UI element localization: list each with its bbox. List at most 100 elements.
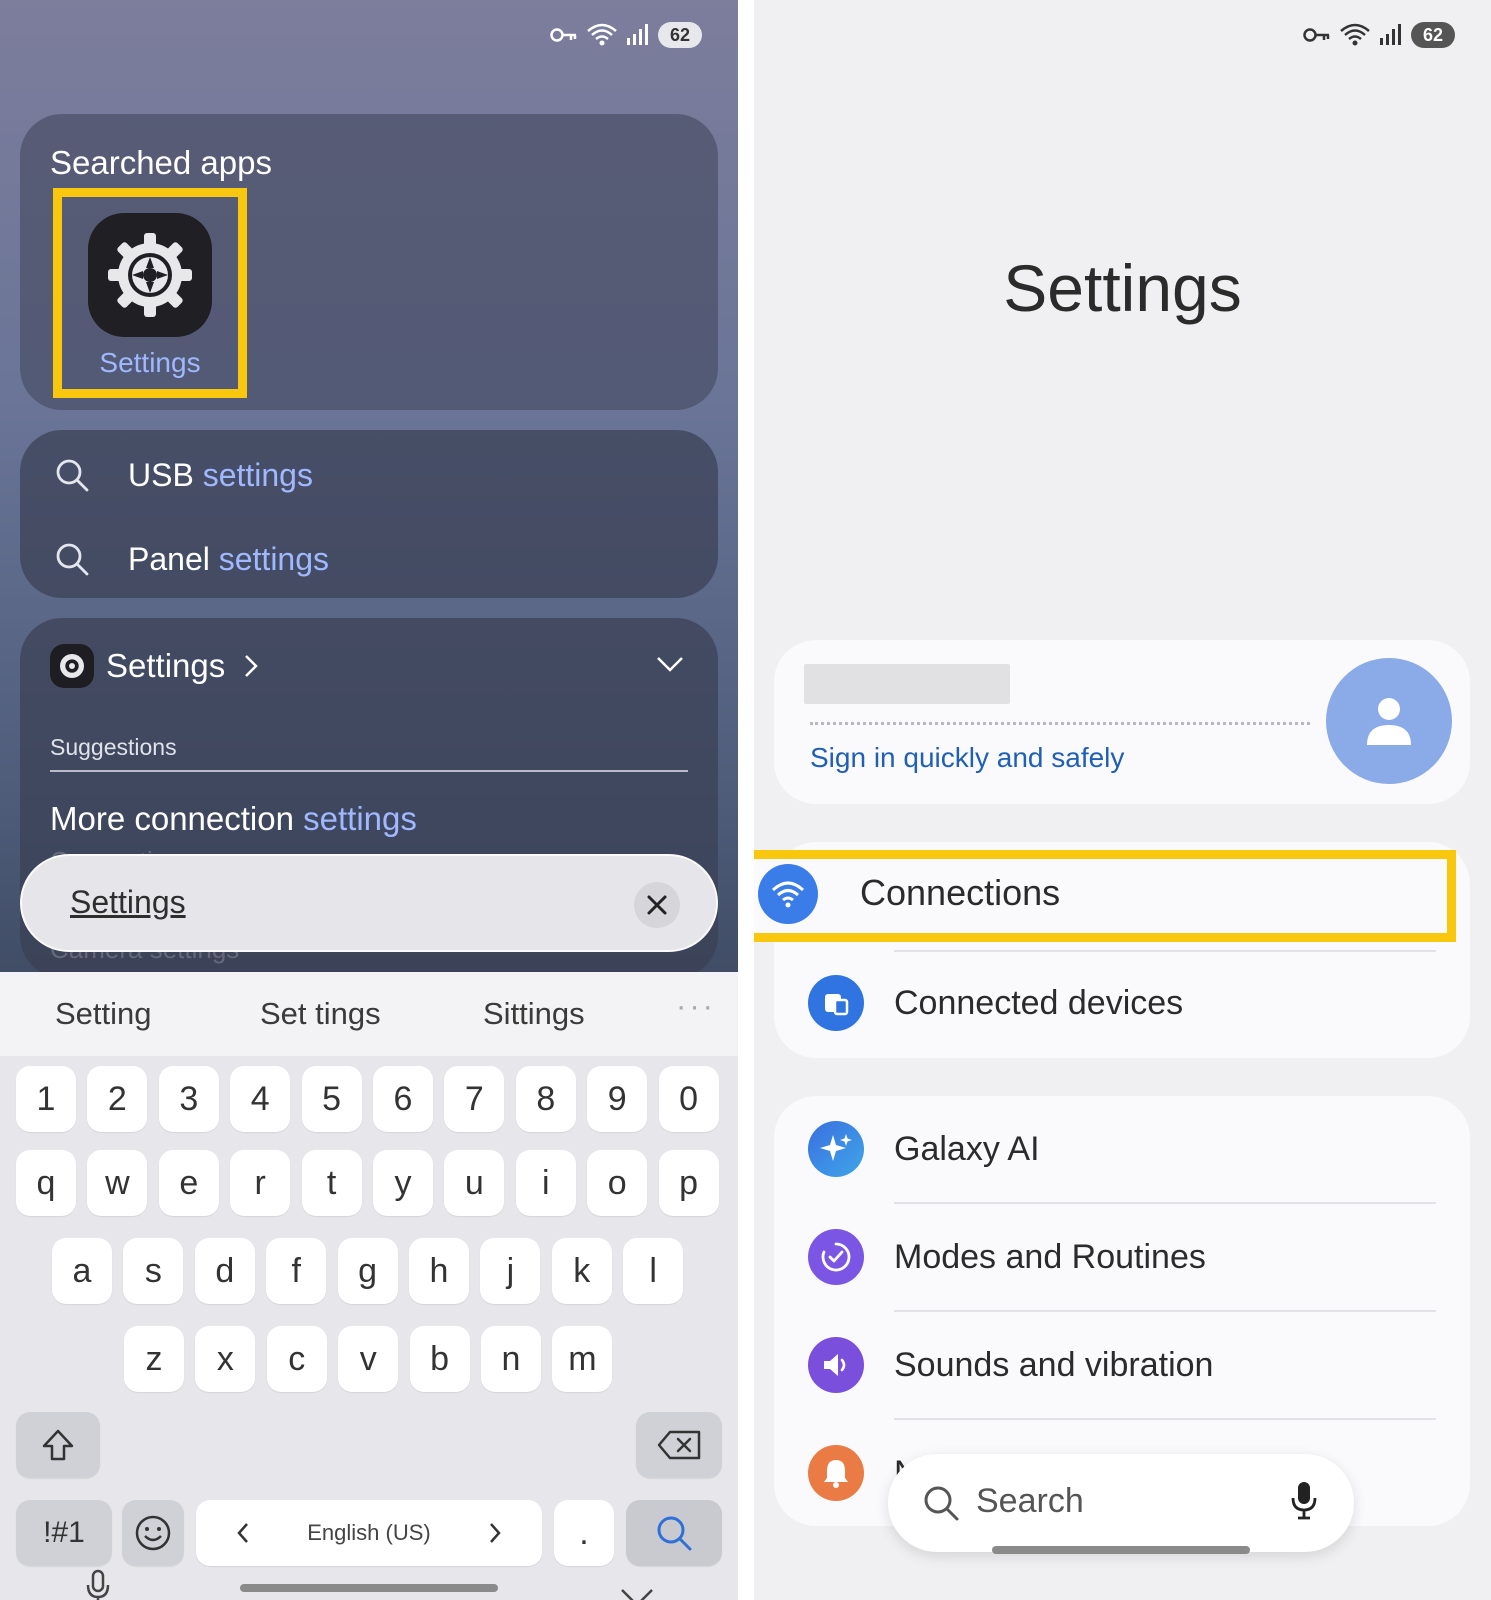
period-key[interactable]: .: [554, 1500, 614, 1566]
letter-key-8[interactable]: l: [623, 1238, 684, 1304]
home-indicator: [992, 1546, 1250, 1554]
suggestion-highlight: settings: [202, 456, 313, 493]
search-input[interactable]: Settings: [20, 854, 718, 952]
settings-item-connected-devices[interactable]: Connected devices: [774, 950, 1470, 1056]
account-name-redacted: [804, 664, 1010, 704]
letter-key-8[interactable]: o: [587, 1150, 648, 1216]
account-card[interactable]: Sign in quickly and safely: [774, 640, 1470, 804]
devices-icon: [808, 975, 864, 1031]
letter-key-5[interactable]: n: [481, 1326, 541, 1392]
letter-key-4[interactable]: t: [301, 1150, 362, 1216]
letter-key-2[interactable]: d: [194, 1238, 255, 1304]
letter-key-1[interactable]: x: [195, 1326, 256, 1392]
search-icon: [56, 459, 89, 492]
number-key-6[interactable]: 7: [444, 1066, 505, 1132]
settings-item-label: Galaxy AI: [894, 1129, 1040, 1168]
letter-key-6[interactable]: u: [444, 1150, 505, 1216]
close-icon: [647, 895, 667, 915]
chevron-left-icon: [237, 1523, 248, 1543]
letter-key-6[interactable]: m: [552, 1326, 613, 1392]
search-key[interactable]: [626, 1500, 722, 1566]
volume-icon: [808, 1337, 864, 1393]
keyboard: Setting Set tings Sittings ··· !#1 Engli…: [0, 972, 738, 1600]
letter-key-7[interactable]: i: [515, 1150, 576, 1216]
shift-key[interactable]: [16, 1412, 100, 1478]
result-more-connection-settings[interactable]: More connection settings: [50, 800, 417, 838]
search-icon: [657, 1516, 692, 1551]
search-screen: 6 2 Searched apps Settings USB settings P…: [0, 0, 738, 1600]
prediction-bar: Setting Set tings Sittings ···: [0, 972, 738, 1056]
chevron-down-icon[interactable]: [656, 656, 684, 672]
prediction-word[interactable]: Setting: [55, 996, 152, 1032]
backspace-key[interactable]: [636, 1412, 722, 1478]
settings-item-label: Connected devices: [894, 983, 1184, 1022]
settings-item-galaxy-ai[interactable]: Galaxy AI: [774, 1096, 1470, 1202]
vpn-key-icon: [550, 28, 577, 42]
wifi-icon: [1340, 23, 1370, 46]
emoji-key[interactable]: [122, 1500, 184, 1566]
routine-icon: [808, 1229, 864, 1285]
letter-key-2[interactable]: c: [266, 1326, 327, 1392]
avatar[interactable]: [1326, 658, 1452, 784]
more-predictions-button[interactable]: ···: [676, 988, 716, 1024]
backspace-icon: [657, 1430, 701, 1460]
settings-small-icon: [50, 644, 94, 688]
prediction-word[interactable]: Sittings: [483, 996, 585, 1032]
sign-in-link[interactable]: Sign in quickly and safely: [810, 742, 1124, 774]
divider: [894, 950, 1436, 952]
space-key[interactable]: English (US): [196, 1500, 542, 1566]
number-key-4[interactable]: 5: [301, 1066, 362, 1132]
letter-key-1[interactable]: s: [123, 1238, 184, 1304]
prediction-word[interactable]: Set tings: [260, 996, 381, 1032]
letter-key-3[interactable]: f: [266, 1238, 327, 1304]
number-key-5[interactable]: 6: [373, 1066, 433, 1132]
page-title: Settings: [1003, 251, 1242, 325]
settings-screen: 62 Settings Sign in quickly and safely C…: [754, 0, 1491, 1600]
letter-key-4[interactable]: g: [337, 1238, 398, 1304]
search-input-value: Settings: [70, 884, 186, 920]
letter-key-3[interactable]: v: [338, 1326, 399, 1392]
letter-key-6[interactable]: j: [480, 1238, 541, 1304]
letter-key-7[interactable]: k: [551, 1238, 612, 1304]
number-key-7[interactable]: 8: [515, 1066, 576, 1132]
settings-item-modes-routines[interactable]: Modes and Routines: [774, 1204, 1470, 1310]
suggestion-text: USB: [128, 456, 203, 493]
home-indicator: [240, 1584, 498, 1592]
clear-search-button[interactable]: [634, 882, 680, 928]
hide-keyboard-icon[interactable]: [620, 1588, 654, 1600]
settings-section-header[interactable]: Settings: [50, 644, 259, 688]
sparkle-icon: [808, 1121, 864, 1177]
number-key-8[interactable]: 9: [587, 1066, 648, 1132]
letter-key-4[interactable]: b: [409, 1326, 470, 1392]
settings-item-sounds-vibration[interactable]: Sounds and vibration: [774, 1312, 1470, 1418]
number-key-3[interactable]: 4: [230, 1066, 291, 1132]
highlight-box: [754, 850, 1456, 942]
letter-key-5[interactable]: y: [373, 1150, 433, 1216]
bell-icon: [808, 1445, 864, 1501]
microphone-icon[interactable]: [1290, 1480, 1318, 1520]
letter-key-0[interactable]: q: [16, 1150, 76, 1216]
letter-key-2[interactable]: e: [158, 1150, 219, 1216]
settings-app-result[interactable]: Settings: [53, 188, 247, 398]
letter-key-5[interactable]: h: [409, 1238, 469, 1304]
letter-key-9[interactable]: p: [658, 1150, 719, 1216]
settings-section-title: Settings: [106, 647, 226, 684]
microphone-icon[interactable]: [84, 1568, 112, 1600]
settings-gear-icon: [88, 213, 212, 337]
letter-key-0[interactable]: z: [124, 1326, 184, 1392]
suggestion-panel-settings[interactable]: Panel settings: [54, 534, 329, 584]
number-key-0[interactable]: 1: [16, 1066, 76, 1132]
search-icon: [56, 543, 89, 576]
suggestion-usb-settings[interactable]: USB settings: [54, 450, 313, 500]
chevron-right-icon: [245, 655, 259, 677]
settings-search-input[interactable]: Search: [888, 1454, 1354, 1552]
searched-apps-title: Searched apps: [50, 144, 272, 181]
battery-indicator: 62: [1411, 22, 1455, 48]
voice-input-icon[interactable]: [84, 1508, 114, 1548]
letter-key-3[interactable]: r: [230, 1150, 291, 1216]
number-key-1[interactable]: 2: [87, 1066, 148, 1132]
letter-key-1[interactable]: w: [87, 1150, 148, 1216]
number-key-2[interactable]: 3: [158, 1066, 219, 1132]
letter-key-0[interactable]: a: [52, 1238, 112, 1304]
number-key-9[interactable]: 0: [658, 1066, 719, 1132]
